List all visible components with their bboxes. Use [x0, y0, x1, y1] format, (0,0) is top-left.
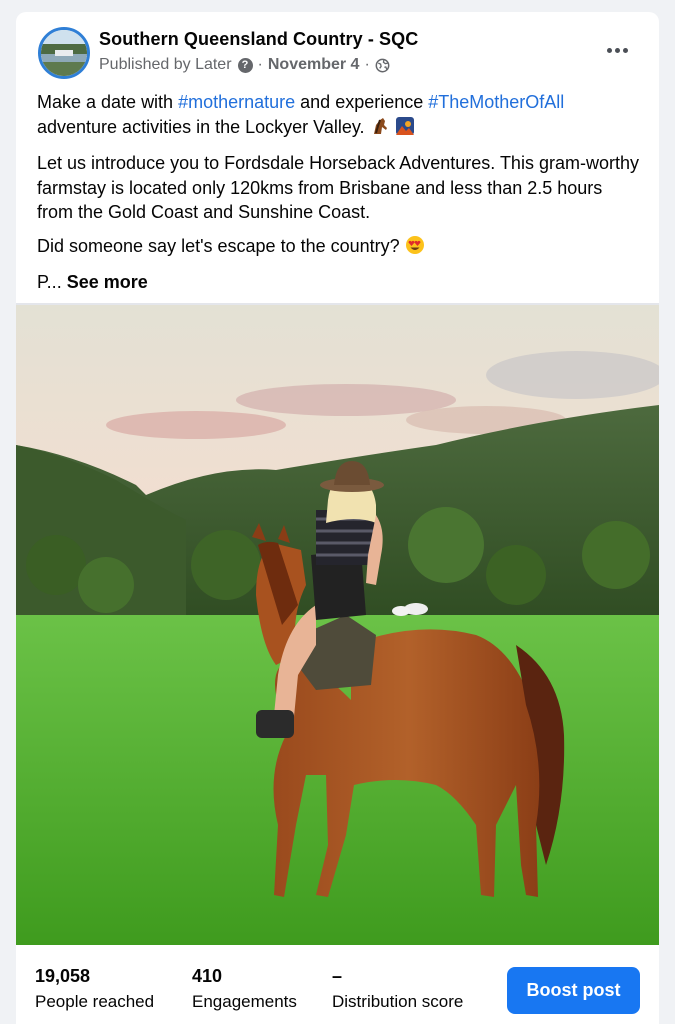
post-insights: 19,058 People reached 410 Engagements – … — [16, 945, 659, 1024]
question-icon[interactable]: ? — [237, 57, 253, 73]
post-paragraph-2: Let us introduce you to Fordsdale Horseb… — [37, 153, 639, 222]
dot-icon — [614, 47, 620, 53]
truncated-text: P... — [37, 272, 62, 292]
horse-emoji-icon — [370, 116, 390, 143]
stat-label: Engagements — [192, 992, 297, 1011]
post-paragraph-4: P... See more — [37, 270, 642, 295]
globe-icon — [375, 58, 390, 73]
stat-people-reached[interactable]: 19,058 People reached — [35, 965, 154, 1013]
see-more-link[interactable]: See more — [67, 272, 148, 292]
post-photo[interactable] — [16, 305, 659, 945]
post-paragraph-3: Did someone say let's escape to the coun… — [37, 234, 642, 262]
mountain-sunset-emoji-icon — [395, 116, 415, 143]
post-date[interactable]: November 4 — [268, 56, 360, 74]
horse-rider-photo — [16, 305, 659, 945]
stat-value: 19,058 — [35, 966, 91, 986]
text-segment: Did someone say let's escape to the coun… — [37, 235, 400, 256]
meta-separator: · — [364, 56, 370, 73]
dot-icon — [606, 47, 612, 53]
post-meta: Published by Later ? · November 4 · — [99, 56, 390, 74]
stat-engagements[interactable]: 410 Engagements — [192, 965, 297, 1013]
boost-post-button[interactable]: Boost post — [507, 967, 640, 1014]
heart-eyes-emoji-icon — [405, 235, 425, 262]
post-body: Make a date with #mothernature and exper… — [37, 90, 642, 304]
avatar-landscape-icon — [41, 30, 87, 76]
stat-label: People reached — [35, 992, 155, 1011]
stat-distribution-score[interactable]: – Distribution score — [332, 965, 463, 1013]
more-options-button[interactable] — [603, 36, 631, 64]
dot-icon — [622, 47, 628, 53]
text-segment: Make a date with — [37, 92, 179, 112]
page-name[interactable]: Southern Queensland Country - SQC — [99, 29, 418, 50]
stat-value: 410 — [192, 966, 223, 986]
text-segment: and experience — [295, 92, 429, 112]
hashtag-mothernature[interactable]: #mothernature — [178, 92, 295, 112]
post-paragraph-1: Make a date with #mothernature and exper… — [37, 90, 642, 142]
stat-label: Distribution score — [332, 992, 464, 1011]
text-segment: adventure activities in the Lockyer Vall… — [37, 116, 365, 137]
hashtag-themotherofall[interactable]: #TheMotherOfAll — [428, 92, 564, 112]
post-header: Southern Queensland Country - SQC Publis… — [16, 12, 659, 92]
page-avatar[interactable] — [38, 27, 90, 79]
meta-separator: · — [257, 56, 263, 73]
post-card: Southern Queensland Country - SQC Publis… — [16, 12, 659, 1024]
published-by: Published by Later — [99, 56, 232, 73]
stat-value: – — [332, 966, 343, 986]
